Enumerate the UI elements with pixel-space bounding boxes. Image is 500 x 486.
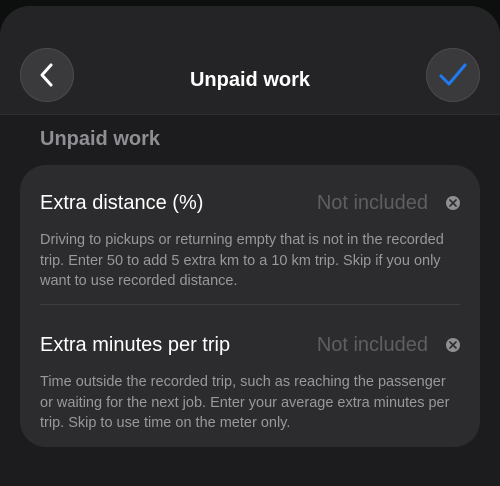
clear-icon[interactable] (446, 338, 460, 352)
settings-card: Extra distance (%) Not included Driving … (20, 165, 480, 447)
extra-minutes-label: Extra minutes per trip (40, 334, 231, 356)
extra-distance-description: Driving to pickups or returning empty th… (40, 232, 444, 289)
done-button[interactable] (426, 48, 480, 102)
x-mark-icon (449, 341, 457, 349)
clear-icon[interactable] (446, 196, 460, 210)
section-title: Unpaid work (40, 128, 161, 150)
extra-minutes-description: Time outside the recorded trip, such as … (40, 374, 450, 431)
page-title: Unpaid work (189, 69, 310, 91)
extra-distance-label: Extra distance (%) (40, 192, 204, 214)
extra-distance-input[interactable]: Not included (317, 192, 428, 215)
x-mark-icon (449, 199, 457, 207)
checkmark-icon (439, 63, 467, 86)
nav-bar: Unpaid work (0, 6, 500, 115)
divider (40, 304, 460, 305)
extra-minutes-input[interactable]: Not included (317, 334, 428, 357)
